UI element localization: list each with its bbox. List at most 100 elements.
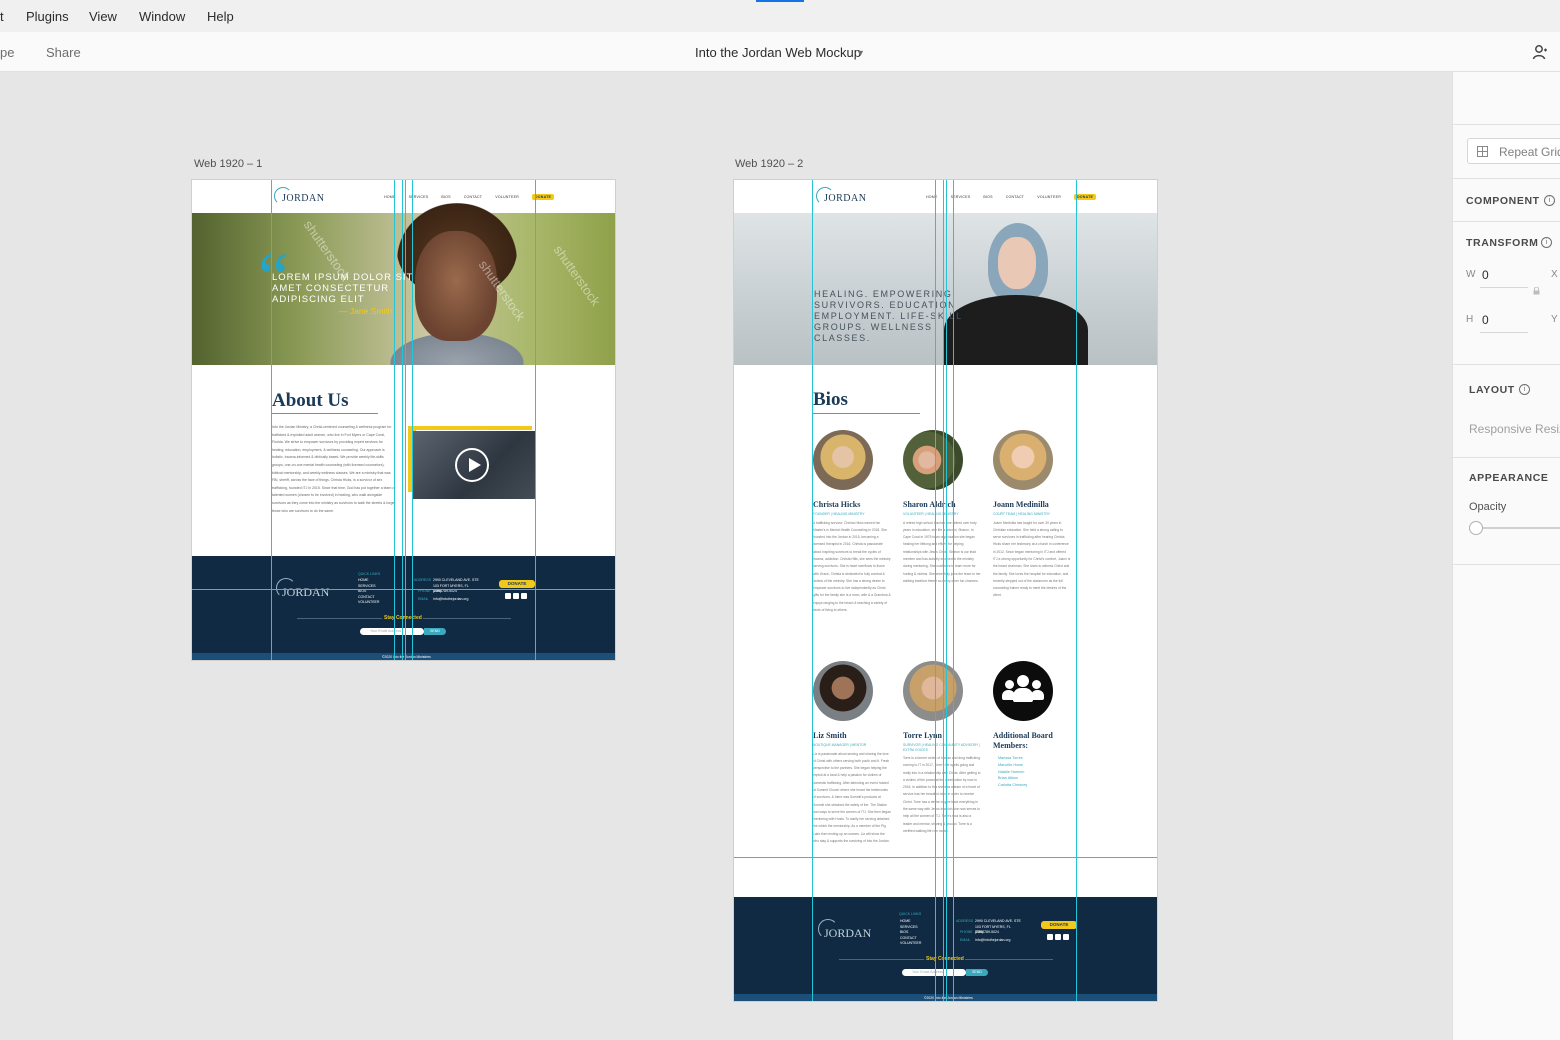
layout-guide xyxy=(535,180,536,660)
footer-logo: JORDAN xyxy=(814,919,874,943)
menu-item-help[interactable]: Help xyxy=(207,9,234,24)
board-member[interactable]: Brian Atkins xyxy=(998,775,1071,782)
lock-icon[interactable] xyxy=(1533,287,1540,295)
facebook-icon[interactable] xyxy=(505,593,511,599)
document-title[interactable]: Into the Jordan Web Mockup xyxy=(695,45,861,60)
nav-bios[interactable]: BIOS xyxy=(983,195,992,199)
divider xyxy=(1453,124,1560,125)
artboard-label-1[interactable]: Web 1920 – 1 xyxy=(194,158,262,170)
height-input-underline xyxy=(1480,332,1528,333)
x-label: X xyxy=(1551,269,1558,280)
newsletter-send-button[interactable]: SEND xyxy=(424,628,446,635)
board-member[interactable]: Carlotta Chesney xyxy=(998,782,1071,789)
menu-item-view[interactable]: View xyxy=(89,9,117,24)
width-label: W xyxy=(1466,269,1476,280)
artboard-web-1920-1[interactable]: JORDAN HOME SERVICES BIOS CONTACT VOLUNT… xyxy=(192,180,615,660)
responsive-resize-toggle[interactable]: Responsive Resize xyxy=(1469,422,1560,436)
video-accent-bar xyxy=(408,426,532,430)
about-body: Into the Jordan Ministry, a Christ-cente… xyxy=(272,425,396,513)
bio-role: SURVIVOR | HEALING COMMUNITY ADVISORY | … xyxy=(903,743,981,752)
footer-logo: JORDAN xyxy=(272,578,332,602)
nav-contact[interactable]: CONTACT xyxy=(464,195,483,199)
copyright: ©2020 Into the Jordan Ministries xyxy=(382,654,431,659)
user-icon[interactable] xyxy=(1532,44,1548,60)
divider xyxy=(1453,564,1560,565)
bio-card: Torre Lynn SURVIVOR | HEALING COMMUNITY … xyxy=(903,661,981,835)
layout-guide xyxy=(412,180,413,660)
bio-photo xyxy=(903,430,963,490)
board-member[interactable]: Marcelle Howe xyxy=(998,762,1071,769)
y-label: Y xyxy=(1551,314,1558,325)
info-icon[interactable]: i xyxy=(1544,195,1555,206)
info-icon[interactable]: i xyxy=(1541,237,1552,248)
bio-name: Christa Hicks xyxy=(813,500,861,509)
menu-item-truncated[interactable]: t xyxy=(0,9,4,24)
bio-role: VOLUNTEER | HEALING MINISTRY xyxy=(903,512,959,516)
footer-link-volunteer[interactable]: VOLUNTEER xyxy=(900,941,921,947)
hero-subject-face xyxy=(998,237,1036,289)
logo-text: JORDAN xyxy=(824,193,867,204)
board-member[interactable]: Natalie Harmon xyxy=(998,769,1071,776)
linkedin-icon[interactable] xyxy=(1055,934,1061,940)
footer-logo-text: JORDAN xyxy=(824,926,872,940)
menu-bar: t Plugins View Window Help xyxy=(0,0,1560,32)
bio-card: Joann Medinilla COURT TEAM | HEALING MIN… xyxy=(993,430,1071,600)
footer-link-volunteer[interactable]: VOLUNTEER xyxy=(358,600,379,606)
tab-prototype[interactable]: pe xyxy=(0,45,14,60)
phone-label: PHONE xyxy=(960,930,973,934)
divider xyxy=(1453,364,1560,365)
twitter-icon[interactable] xyxy=(1063,934,1069,940)
hero-tagline: HEALING. EMPOWERING SURVIVORS. EDUCATION… xyxy=(814,289,963,343)
bio-text: Liz is passionate about serving and shar… xyxy=(813,751,891,844)
footer-donate-button[interactable]: DONATE xyxy=(1041,921,1077,929)
facebook-icon[interactable] xyxy=(1047,934,1053,940)
nav-volunteer[interactable]: VOLUNTEER xyxy=(1037,195,1061,199)
play-icon[interactable] xyxy=(455,448,489,482)
linkedin-icon[interactable] xyxy=(513,593,519,599)
layout-heading: LAYOUT xyxy=(1469,384,1515,396)
newsletter-send-button[interactable]: SEND xyxy=(966,969,988,976)
bio-name: Joann Medinilla xyxy=(993,500,1049,509)
repeat-grid-button[interactable]: Repeat Grid xyxy=(1467,138,1560,164)
board-member[interactable]: Marissa Torres xyxy=(998,755,1071,762)
site-header: JORDAN HOME SERVICES BIOS CONTACT VOLUNT… xyxy=(192,180,615,213)
site-logo[interactable]: JORDAN xyxy=(272,187,324,207)
layout-guide xyxy=(1076,180,1077,1001)
nav-volunteer[interactable]: VOLUNTEER xyxy=(495,195,519,199)
width-input[interactable]: 0 xyxy=(1482,268,1489,282)
menu-item-plugins[interactable]: Plugins xyxy=(26,9,69,24)
footer-logo-text: JORDAN xyxy=(282,585,330,599)
divider xyxy=(1453,457,1560,458)
bio-card: Christa Hicks FOUNDER | HEALING MINISTRY… xyxy=(813,430,891,614)
info-icon[interactable]: i xyxy=(1519,384,1530,395)
opacity-slider-track[interactable] xyxy=(1477,527,1560,529)
layout-guide xyxy=(935,180,936,1001)
layout-guide xyxy=(812,180,813,1001)
layout-guide xyxy=(402,180,403,660)
twitter-icon[interactable] xyxy=(521,593,527,599)
email-label: EMAIL xyxy=(960,938,971,942)
site-logo[interactable]: JORDAN xyxy=(814,187,866,207)
transform-heading: TRANSFORM xyxy=(1466,237,1539,249)
nav-contact[interactable]: CONTACT xyxy=(1006,195,1025,199)
opacity-slider-handle[interactable] xyxy=(1469,521,1483,535)
nav-donate-button[interactable]: DONATE xyxy=(1074,194,1097,200)
menu-item-window[interactable]: Window xyxy=(139,9,185,24)
newsletter-email-input[interactable]: Your Email Address xyxy=(902,969,966,976)
bio-card-board: Additional Board Members: Marissa Torres… xyxy=(993,661,1071,789)
chevron-down-icon[interactable]: ▼ xyxy=(856,48,865,58)
bio-text: Joann Medinilla has taught for over 30 y… xyxy=(993,520,1071,598)
bio-text: A retired high school teacher, she retir… xyxy=(903,520,981,583)
nav-bios[interactable]: BIOS xyxy=(441,195,450,199)
property-inspector: Repeat Grid COMPONENT i TRANSFORM i W 0 … xyxy=(1452,72,1560,1040)
tab-share[interactable]: Share xyxy=(46,45,81,60)
newsletter-email-input[interactable]: Your Email Address xyxy=(360,628,424,635)
height-input[interactable]: 0 xyxy=(1482,313,1489,327)
quick-links-title: QUICK LINKS xyxy=(899,912,922,916)
footer-donate-button[interactable]: DONATE xyxy=(499,580,535,588)
copyright: ©2020 Into the Jordan Ministries xyxy=(924,995,973,1000)
site-nav: HOME SERVICES BIOS CONTACT VOLUNTEER DON… xyxy=(384,194,555,200)
artboard-label-2[interactable]: Web 1920 – 2 xyxy=(735,158,803,170)
width-input-underline xyxy=(1480,287,1528,288)
divider xyxy=(423,618,511,619)
